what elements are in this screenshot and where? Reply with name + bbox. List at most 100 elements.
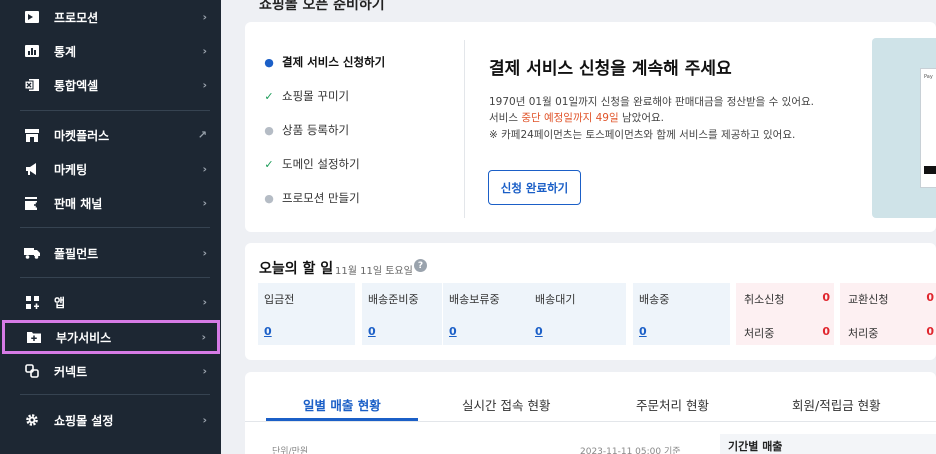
alert-label: 처리중 <box>744 327 775 340</box>
stat-label: 배송준비중 <box>368 293 419 306</box>
chevron-right-icon: › <box>202 413 207 427</box>
sidebar-item-connect[interactable]: 커넥트 › <box>0 354 221 388</box>
sidebar-item-label: 마케팅 <box>54 162 88 177</box>
sidebar-item-apps[interactable]: 앱 › <box>0 285 221 319</box>
sidebar-item-label: 마켓플러스 <box>54 128 110 143</box>
headline: 결제 서비스 신청을 계속해 주세요 <box>489 59 732 79</box>
step-promotion[interactable]: ● 프로모션 만들기 <box>262 190 360 206</box>
chevron-right-icon: › <box>201 330 206 344</box>
step-label: 쇼핑몰 꾸미기 <box>282 89 350 103</box>
help-icon[interactable]: ? <box>414 259 427 272</box>
tab-rule <box>245 421 936 422</box>
exchange-requests-box[interactable]: 교환신청 0 처리중 0 <box>840 283 936 345</box>
timestamp-label: 2023-11-11 05:00 기준 <box>580 447 681 454</box>
stat-pending-payment[interactable]: 입금전 0 <box>258 283 355 345</box>
stat-label: 배송보류중 <box>449 293 500 306</box>
pending-dot-icon: ● <box>264 191 274 205</box>
unit-label: 단위/만원 <box>272 447 309 454</box>
sidebar-item-fulfillment[interactable]: 풀필먼트 › <box>0 236 221 270</box>
chevron-right-icon: › <box>202 196 207 210</box>
cancel-requests-box[interactable]: 취소신청 0 처리중 0 <box>736 283 834 345</box>
marketplus-icon <box>24 127 40 143</box>
check-icon: ✓ <box>264 89 274 103</box>
step-products[interactable]: ● 상품 등록하기 <box>262 122 349 138</box>
sidebar-item-label: 판매 채널 <box>54 196 103 211</box>
preview-text: Pay <box>924 74 933 80</box>
sidebar-item-label: 통계 <box>54 44 77 59</box>
deadline-text: 1970년 01월 01일까지 신청을 완료해야 판매대금을 정산받을 수 있어… <box>489 96 814 108</box>
sidebar-item-settings[interactable]: 쇼핑몰 설정 › <box>0 403 221 437</box>
sidebar-item-label: 프로모션 <box>54 10 99 25</box>
chevron-right-icon: › <box>202 162 207 176</box>
stat-value[interactable]: 0 <box>639 325 647 338</box>
chevron-right-icon: › <box>202 78 207 92</box>
step-label: 결제 서비스 신청하기 <box>282 55 386 69</box>
alert-value[interactable]: 0 <box>926 291 934 307</box>
excel-icon <box>24 77 40 93</box>
sidebar-item-stats[interactable]: 통계 › <box>0 34 221 68</box>
current-step-dot-icon: ● <box>264 55 274 69</box>
apps-icon <box>24 294 40 310</box>
complete-application-button[interactable]: 신청 완료하기 <box>488 170 581 205</box>
alert-value[interactable]: 0 <box>926 325 934 341</box>
chevron-right-icon: › <box>202 44 207 58</box>
provider-note: ※ 카페24페이먼츠는 토스페이먼츠와 함께 서비스를 제공하고 있어요. <box>489 129 796 141</box>
sidebar-item-label: 부가서비스 <box>56 330 112 345</box>
gear-icon <box>24 412 40 428</box>
alert-label: 교환신청 <box>848 293 889 306</box>
stat-shipping[interactable]: 배송중 0 <box>633 283 730 345</box>
sidebar-item-marketplus[interactable]: 마켓플러스 ↗ <box>0 118 221 152</box>
period-sales-header: 기간별 매출 <box>720 434 936 454</box>
tab-members-points[interactable]: 회원/적립금 현황 <box>792 395 881 414</box>
alert-value[interactable]: 0 <box>822 325 830 341</box>
section-title: 쇼핑몰 오픈 준비하기 <box>259 0 385 13</box>
sidebar: 프로모션 › 통계 › 통합엑셀 › 마켓플러스 ↗ 마케팅 › 판매 채널 ›… <box>0 0 221 454</box>
sidebar-divider <box>20 277 210 278</box>
tab-realtime-visits[interactable]: 실시간 접속 현황 <box>462 395 550 414</box>
active-tab-indicator <box>266 418 418 421</box>
step-decorate[interactable]: ✓ 쇼핑몰 꾸미기 <box>262 88 349 104</box>
tab-order-processing[interactable]: 주문처리 현황 <box>636 395 709 414</box>
tab-daily-sales[interactable]: 일별 매출 현황 <box>303 395 381 414</box>
megaphone-icon <box>24 161 40 177</box>
stat-value[interactable]: 0 <box>264 325 272 338</box>
alert-label: 취소신청 <box>744 293 785 306</box>
sidebar-item-label: 쇼핑몰 설정 <box>54 413 114 428</box>
promotion-icon <box>24 9 40 25</box>
todo-title: 오늘의 할 일 <box>259 261 334 277</box>
external-link-icon: ↗ <box>197 128 207 142</box>
sales-channel-icon <box>24 195 40 211</box>
sidebar-item-label: 풀필먼트 <box>54 246 99 261</box>
sidebar-divider <box>20 110 210 111</box>
todo-date: 11월 11일 토요일 <box>335 266 413 277</box>
sidebar-item-addon-services[interactable]: 부가서비스 › <box>2 320 220 354</box>
chevron-right-icon: › <box>202 246 207 260</box>
sidebar-item-marketing[interactable]: 마케팅 › <box>0 152 221 186</box>
remaining-days-highlight: 중단 예정일까지 49일 <box>521 112 619 124</box>
stat-value[interactable]: 0 <box>535 325 543 338</box>
truck-icon <box>24 245 40 261</box>
step-domain[interactable]: ✓ 도메인 설정하기 <box>262 156 360 172</box>
stat-waiting[interactable]: 배송대기 0 <box>529 283 626 345</box>
sidebar-item-sales-channel[interactable]: 판매 채널 › <box>0 186 221 220</box>
sidebar-item-label: 커넥트 <box>54 364 88 379</box>
stat-value[interactable]: 0 <box>449 325 457 338</box>
sidebar-item-promotion[interactable]: 프로모션 › <box>0 0 221 34</box>
step-label: 상품 등록하기 <box>282 123 350 137</box>
alert-value[interactable]: 0 <box>822 291 830 307</box>
sidebar-item-excel[interactable]: 통합엑셀 › <box>0 68 221 102</box>
step-label: 프로모션 만들기 <box>282 191 360 205</box>
step-payment[interactable]: ● 결제 서비스 신청하기 <box>262 54 385 70</box>
vertical-divider <box>464 40 465 218</box>
stat-preparing[interactable]: 배송준비중 0 <box>362 283 442 345</box>
stat-on-hold[interactable]: 배송보류중 0 <box>443 283 529 345</box>
chevron-right-icon: › <box>202 10 207 24</box>
addon-folder-icon <box>26 329 42 345</box>
remaining-days-text: 서비스 중단 예정일까지 49일 남았어요. <box>489 112 664 124</box>
chevron-right-icon: › <box>202 295 207 309</box>
step-label: 도메인 설정하기 <box>282 157 360 171</box>
connect-icon <box>24 363 40 379</box>
payment-preview-image: Pay <box>872 38 936 218</box>
stat-value[interactable]: 0 <box>368 325 376 338</box>
check-icon: ✓ <box>264 157 274 171</box>
